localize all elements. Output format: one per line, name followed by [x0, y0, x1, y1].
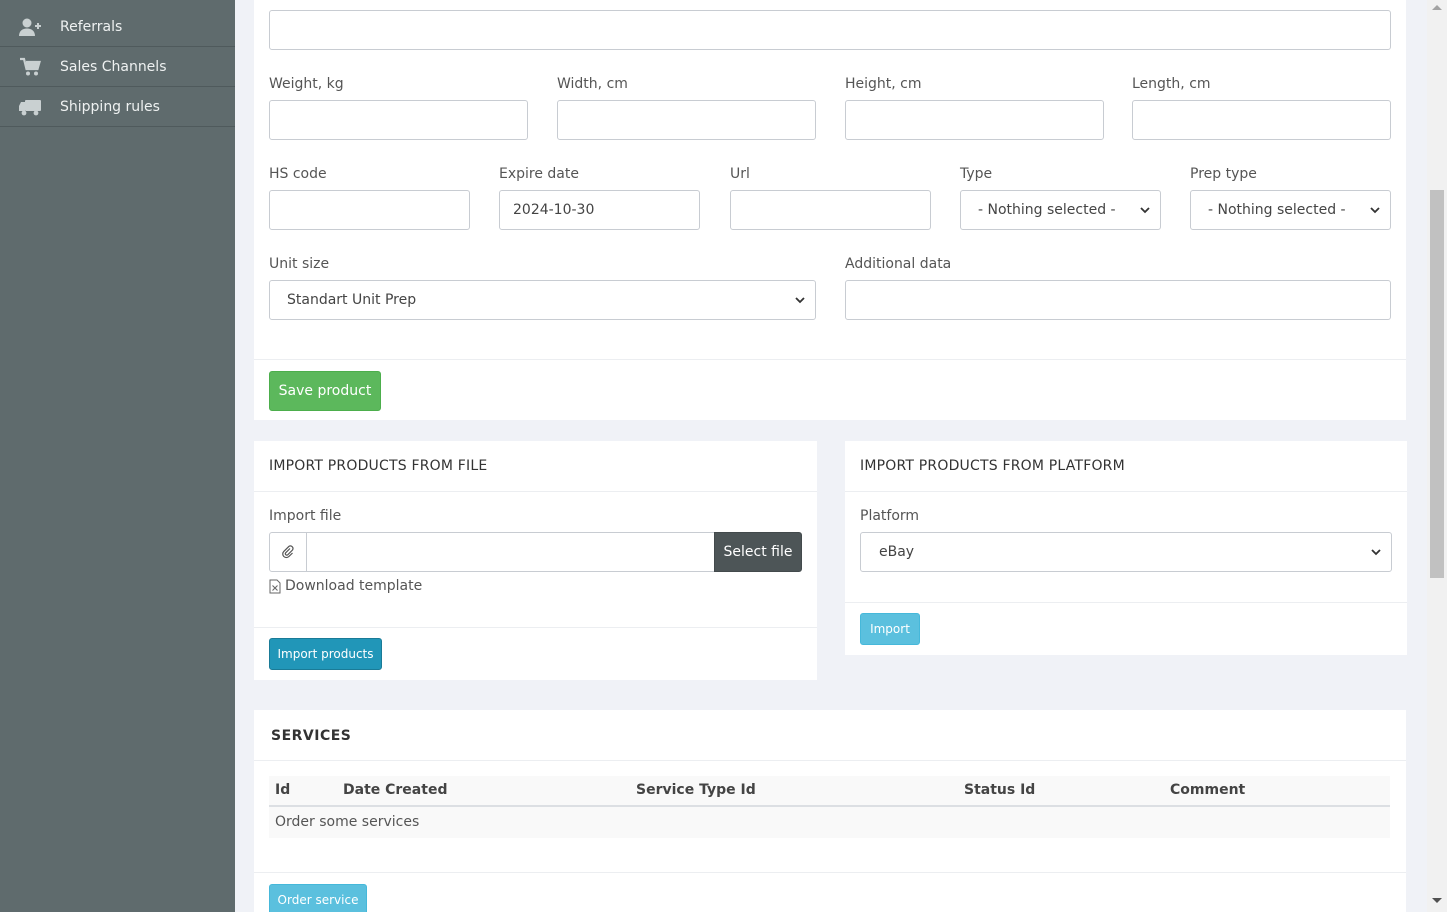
panel-divider [845, 602, 1407, 603]
prep-type-label: Prep type [1190, 166, 1257, 182]
hs-code-label: HS code [269, 166, 327, 182]
width-label: Width, cm [557, 76, 628, 92]
select-file-button[interactable]: Select file [714, 532, 802, 572]
product-form-panel: Weight, kg Width, cm Height, cm Length, … [254, 0, 1406, 420]
scroll-thumb[interactable] [1430, 190, 1444, 578]
column-header-comment: Comment [1170, 782, 1246, 798]
type-label: Type [960, 166, 993, 182]
sidebar-item-label: Referrals [60, 18, 123, 35]
save-product-button[interactable]: Save product [269, 371, 381, 411]
chevron-down-icon [1370, 207, 1380, 214]
attachment-addon [269, 532, 307, 572]
panel-divider [254, 491, 817, 492]
panel-divider [845, 491, 1407, 492]
prep-type-select-value: - Nothing selected - [1208, 202, 1346, 218]
user-plus-icon [0, 17, 60, 37]
length-input[interactable] [1132, 100, 1391, 140]
cart-icon [0, 57, 60, 77]
expire-date-label: Expire date [499, 166, 579, 182]
additional-data-input[interactable] [845, 280, 1391, 320]
height-label: Height, cm [845, 76, 922, 92]
table-header: Id Date Created Service Type Id Status I… [269, 776, 1390, 807]
top-field-input[interactable] [269, 10, 1391, 50]
width-input[interactable] [557, 100, 816, 140]
length-label: Length, cm [1132, 76, 1211, 92]
sidebar-item-label: Sales Channels [60, 58, 167, 75]
panel-divider [254, 760, 1406, 761]
import-file-title: IMPORT PRODUCTS FROM FILE [269, 458, 488, 474]
unit-size-select-value: Standart Unit Prep [287, 292, 417, 308]
expire-date-input[interactable]: 2024-10-30 [499, 190, 700, 230]
column-header-status-id: Status Id [964, 782, 1036, 798]
chevron-down-icon [795, 297, 805, 304]
sidebar-item-sales-channels[interactable]: Sales Channels [0, 47, 235, 87]
column-header-service-type-id: Service Type Id [636, 782, 756, 798]
sidebar-item-shipping-rules[interactable]: Shipping rules [0, 87, 235, 127]
height-input[interactable] [845, 100, 1104, 140]
import-file-label: Import file [269, 508, 342, 524]
hs-code-input[interactable] [269, 190, 470, 230]
weight-input[interactable] [269, 100, 528, 140]
column-header-id: Id [275, 782, 291, 798]
chevron-down-icon [1140, 207, 1150, 214]
platform-select[interactable]: eBay [860, 532, 1392, 572]
unit-size-label: Unit size [269, 256, 330, 272]
vertical-scrollbar[interactable] [1427, 0, 1447, 912]
platform-label: Platform [860, 508, 920, 524]
type-select[interactable]: - Nothing selected - [960, 190, 1161, 230]
empty-table-message: Order some services [275, 814, 420, 830]
panel-divider [254, 872, 1406, 873]
services-table: Id Date Created Service Type Id Status I… [269, 776, 1390, 838]
download-template-link[interactable]: Download template [269, 578, 422, 594]
scroll-up-arrow[interactable] [1432, 5, 1442, 10]
download-template-label: Download template [285, 578, 423, 594]
import-file-panel: IMPORT PRODUCTS FROM FILE Import file Se… [254, 441, 817, 680]
panel-divider [254, 627, 817, 628]
unit-size-select[interactable]: Standart Unit Prep [269, 280, 816, 320]
type-select-value: - Nothing selected - [978, 202, 1116, 218]
prep-type-select[interactable]: - Nothing selected - [1190, 190, 1391, 230]
services-title: SERVICES [271, 728, 352, 744]
form-divider [254, 359, 1406, 360]
additional-data-label: Additional data [845, 256, 952, 272]
scroll-down-arrow[interactable] [1432, 898, 1442, 903]
order-service-button[interactable]: Order service [269, 884, 367, 912]
services-panel: SERVICES Id Date Created Service Type Id… [254, 710, 1406, 912]
url-label: Url [730, 166, 750, 182]
paperclip-icon [282, 545, 294, 559]
platform-select-value: eBay [879, 544, 915, 560]
sidebar-item-referrals[interactable]: Referrals [0, 0, 235, 47]
sidebar-item-label: Shipping rules [60, 98, 160, 115]
sidebar: Referrals Sales Channels Shipping rules [0, 0, 235, 912]
weight-label: Weight, kg [269, 76, 344, 92]
column-header-date-created: Date Created [343, 782, 448, 798]
chevron-down-icon [1371, 549, 1381, 556]
import-products-button[interactable]: Import products [269, 638, 382, 670]
import-platform-panel: IMPORT PRODUCTS FROM PLATFORM Platform e… [845, 441, 1407, 655]
import-file-input[interactable] [306, 532, 715, 572]
excel-file-icon [269, 579, 281, 593]
import-platform-title: IMPORT PRODUCTS FROM PLATFORM [860, 458, 1125, 474]
import-button[interactable]: Import [860, 613, 920, 645]
main-content: Weight, kg Width, cm Height, cm Length, … [235, 0, 1427, 912]
table-row: Order some services [269, 809, 1390, 838]
truck-icon [0, 97, 60, 117]
url-input[interactable] [730, 190, 931, 230]
